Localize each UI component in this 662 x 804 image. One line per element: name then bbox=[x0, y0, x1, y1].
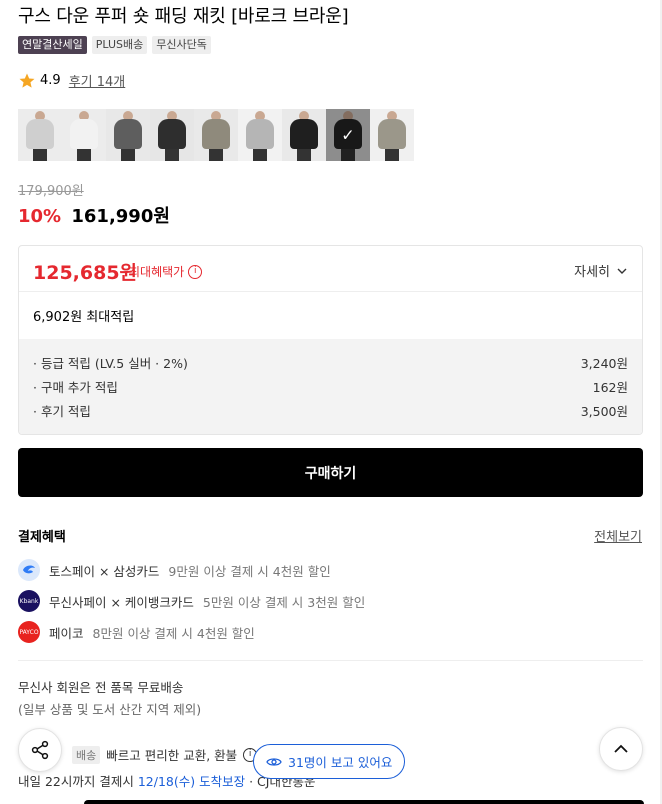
thumb-charcoal-icon[interactable] bbox=[106, 109, 150, 161]
live-viewers-pill[interactable]: 31명이 보고 있어요 bbox=[253, 744, 406, 779]
max-benefit-header: 125,685원 최대혜택가 i 자세히 bbox=[19, 246, 642, 292]
model-legs bbox=[253, 149, 267, 161]
points-row-value: 3,500원 bbox=[580, 404, 628, 419]
color-thumbnail-list: ✓ bbox=[18, 109, 414, 161]
payment-benefit-row: Kbank 무신사페이 × 케이뱅크카드 5만원 이상 결제 시 3천원 할인 bbox=[18, 590, 365, 612]
points-row-value: 3,240원 bbox=[580, 356, 628, 371]
payment-benefit-row: PAYCO 페이코 8만원 이상 결제 시 4천원 할인 bbox=[18, 621, 255, 643]
arrival-prefix: 내일 22시까지 결제시 bbox=[18, 774, 134, 789]
benefit-detail-button[interactable]: 자세히 bbox=[574, 261, 628, 280]
points-row: · 구매 추가 적립 162원 bbox=[33, 377, 628, 401]
thumb-beige-icon[interactable] bbox=[370, 109, 414, 161]
badge-row: 연말결산세일 PLUS배송 무신사단독 bbox=[18, 36, 211, 54]
model-legs bbox=[121, 149, 135, 161]
discount-percent: 10% bbox=[18, 206, 62, 227]
model-legs bbox=[385, 149, 399, 161]
points-row-label: · 등급 적립 (LV.5 실버 · 2%) bbox=[33, 356, 188, 371]
points-row-label: · 구매 추가 적립 bbox=[33, 380, 118, 395]
product-detail-page: 구스 다운 푸퍼 숏 패딩 재킷 [바로크 브라운] 연말결산세일 PLUS배송… bbox=[0, 0, 662, 804]
points-row-value: 162원 bbox=[592, 380, 628, 395]
payment-benefit-title: 결제혜택 bbox=[18, 530, 66, 545]
payment-benefit-row: 토스페이 × 삼성카드 9만원 이상 결제 시 4천원 할인 bbox=[18, 559, 331, 581]
points-row: · 등급 적립 (LV.5 실버 · 2%) 3,240원 bbox=[33, 353, 628, 377]
model-legs bbox=[165, 149, 179, 161]
scroll-top-button[interactable] bbox=[599, 727, 643, 771]
payment-benefit-detail: 8만원 이상 결제 시 4천원 할인 bbox=[92, 625, 255, 641]
jacket-shape bbox=[158, 119, 186, 149]
max-benefit-label: 최대혜택가 i bbox=[129, 263, 203, 280]
eye-icon bbox=[266, 757, 282, 766]
benefit-box: 125,685원 최대혜택가 i 자세히 6,902원 최대적립 · 등급 적립… bbox=[18, 245, 643, 435]
model-legs bbox=[209, 149, 223, 161]
payment-benefit-detail: 9만원 이상 결제 시 4천원 할인 bbox=[168, 563, 331, 579]
sale-price: 161,990원 bbox=[71, 206, 170, 227]
thumb-selected-black-icon[interactable]: ✓ bbox=[326, 109, 370, 161]
max-benefit-price: 125,685원 bbox=[33, 262, 138, 284]
jacket-shape bbox=[378, 119, 406, 149]
thumb-black-2-icon[interactable] bbox=[282, 109, 326, 161]
thumb-gray-model-icon[interactable] bbox=[238, 109, 282, 161]
jacket-shape bbox=[246, 119, 274, 149]
model-legs bbox=[297, 149, 311, 161]
view-all-link[interactable]: 전체보기 bbox=[594, 526, 642, 545]
jacket-shape bbox=[70, 119, 98, 149]
live-viewers-text: 31명이 보고 있어요 bbox=[288, 755, 393, 770]
plus-delivery-badge: PLUS배송 bbox=[91, 36, 148, 54]
jacket-shape bbox=[202, 119, 230, 149]
thumb-white-icon[interactable] bbox=[62, 109, 106, 161]
thumb-black-icon[interactable] bbox=[150, 109, 194, 161]
chevron-down-icon bbox=[617, 268, 627, 274]
star-icon bbox=[19, 73, 35, 88]
jacket-shape bbox=[26, 119, 54, 149]
section-divider bbox=[18, 660, 643, 661]
free-shipping-text: 무신사 회원은 전 품목 무료배송 bbox=[18, 680, 184, 695]
payment-benefit-main: 페이코 bbox=[49, 625, 84, 641]
chevron-up-icon bbox=[614, 744, 628, 753]
share-button[interactable] bbox=[18, 728, 62, 772]
points-breakdown: · 등급 적립 (LV.5 실버 · 2%) 3,240원 · 구매 추가 적립… bbox=[19, 339, 642, 434]
arrival-date: 12/18(수) 도착보장 bbox=[137, 774, 246, 789]
review-count-link[interactable]: 후기 14개 bbox=[69, 71, 126, 90]
selected-check-icon: ✓ bbox=[341, 125, 355, 145]
payment-benefit-main: 무신사페이 × 케이뱅크카드 bbox=[49, 594, 194, 610]
exclusive-badge: 무신사단독 bbox=[152, 36, 211, 54]
toss-logo-icon bbox=[18, 559, 40, 581]
bottom-action-bar[interactable] bbox=[84, 800, 644, 804]
sale-price-line: 10% 161,990원 bbox=[18, 202, 170, 228]
max-points-section: 6,902원 최대적립 bbox=[19, 292, 642, 338]
product-title: 구스 다운 푸퍼 숏 패딩 재킷 [바로크 브라운] bbox=[18, 6, 349, 27]
info-icon[interactable]: i bbox=[188, 264, 203, 279]
points-row: · 후기 적립 3,500원 bbox=[33, 401, 628, 425]
model-legs bbox=[341, 149, 355, 161]
thumb-light-gray-icon[interactable] bbox=[18, 109, 62, 161]
delivery-badge: 배송 bbox=[72, 745, 101, 764]
jacket-shape bbox=[114, 119, 142, 149]
share-icon bbox=[31, 740, 49, 760]
thumb-khaki-icon[interactable] bbox=[194, 109, 238, 161]
payment-benefit-main: 토스페이 × 삼성카드 bbox=[49, 563, 160, 579]
model-legs bbox=[77, 149, 91, 161]
model-head bbox=[343, 111, 353, 121]
rating-value: 4.9 bbox=[40, 73, 61, 88]
payco-logo-icon: PAYCO bbox=[18, 621, 40, 643]
rating-row: 4.9 후기 14개 bbox=[18, 71, 125, 90]
sale-badge: 연말결산세일 bbox=[18, 36, 87, 54]
jacket-shape bbox=[290, 119, 318, 149]
original-price: 179,900원 bbox=[18, 184, 84, 199]
shipping-exception-text: (일부 상품 및 도서 산간 지역 제외) bbox=[18, 702, 202, 717]
buy-button[interactable]: 구매하기 bbox=[18, 448, 643, 497]
kbank-logo-icon: Kbank bbox=[18, 590, 40, 612]
max-benefit-label-text: 최대혜택가 bbox=[129, 265, 185, 279]
max-points-text: 6,902원 최대적립 bbox=[33, 310, 135, 325]
points-row-label: · 후기 적립 bbox=[33, 404, 91, 419]
benefit-detail-label: 자세히 bbox=[574, 265, 610, 280]
model-legs bbox=[33, 149, 47, 161]
exchange-text: 빠르고 편리한 교환, 환불 bbox=[106, 748, 238, 763]
payment-benefit-detail: 5만원 이상 결제 시 3천원 할인 bbox=[202, 594, 366, 610]
